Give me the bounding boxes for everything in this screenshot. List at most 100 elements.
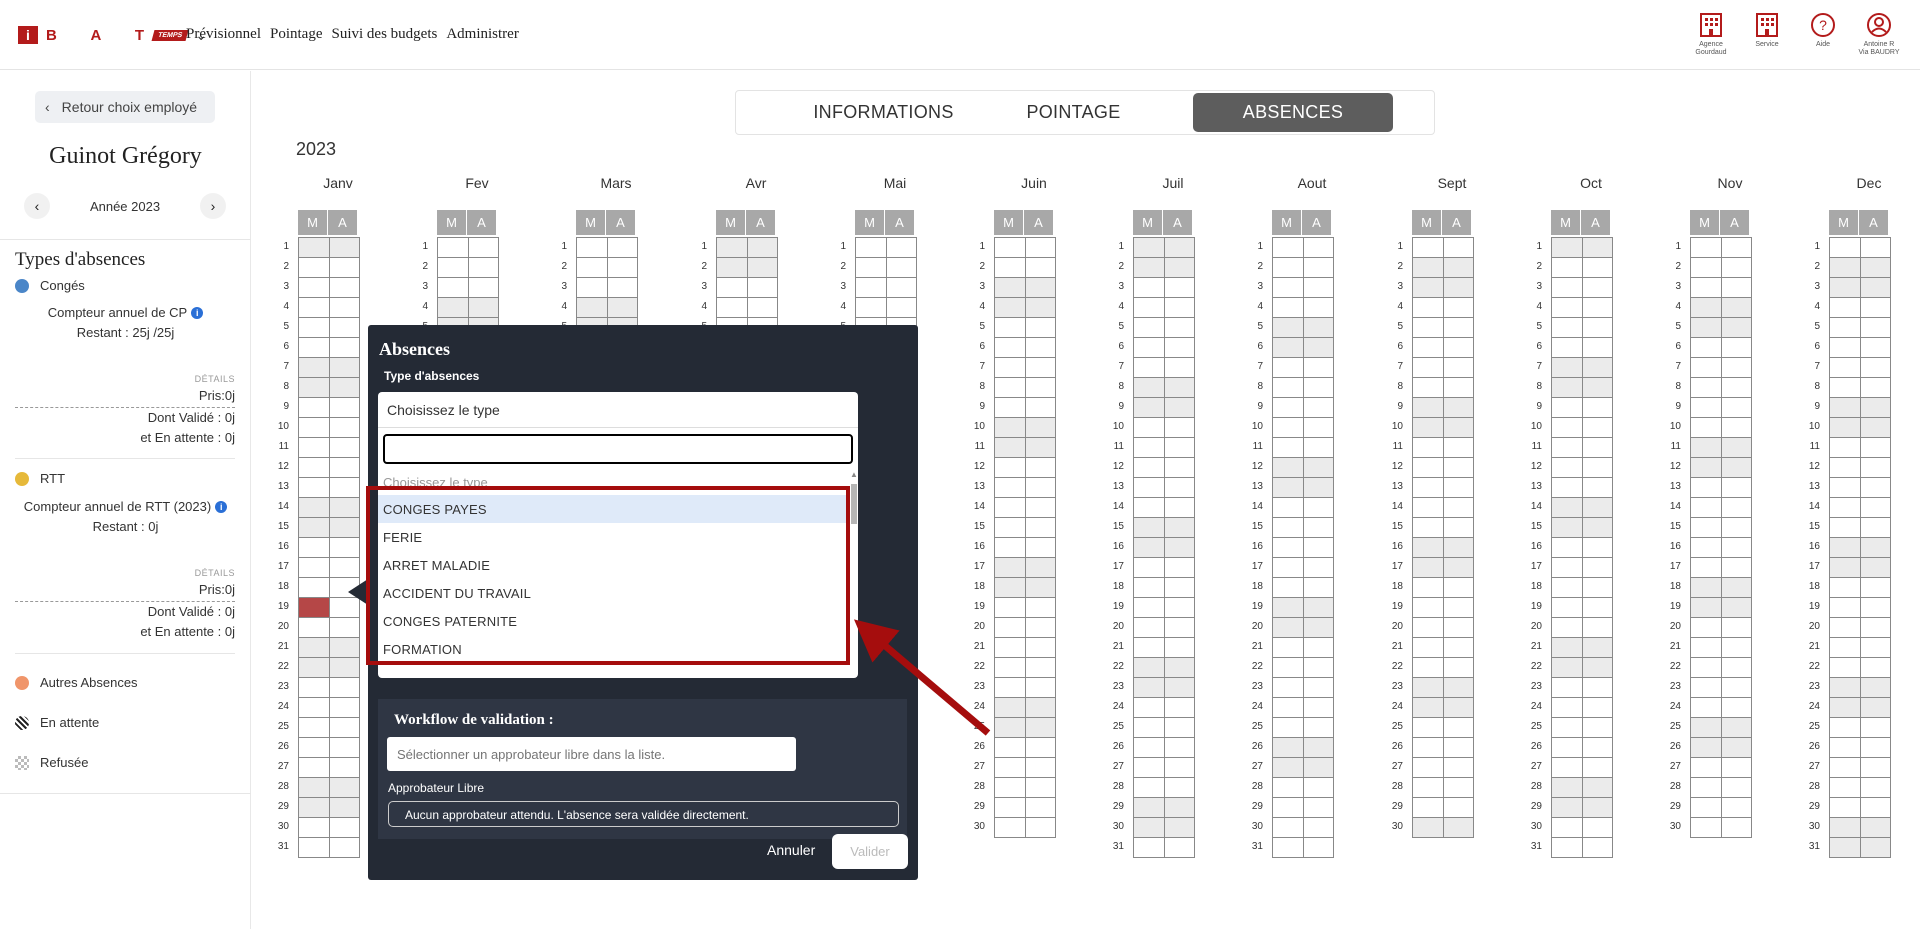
morning-cell[interactable] — [299, 238, 330, 258]
morning-cell[interactable] — [1273, 338, 1304, 358]
morning-cell[interactable] — [299, 798, 330, 818]
afternoon-cell[interactable] — [1025, 258, 1056, 278]
morning-cell[interactable] — [995, 318, 1026, 338]
morning-cell[interactable] — [1552, 498, 1583, 518]
afternoon-cell[interactable] — [1164, 698, 1195, 718]
morning-cell[interactable] — [1134, 618, 1165, 638]
morning-cell[interactable] — [995, 458, 1026, 478]
morning-cell[interactable] — [1552, 378, 1583, 398]
morning-cell[interactable] — [995, 298, 1026, 318]
morning-cell[interactable] — [1830, 498, 1861, 518]
afternoon-cell[interactable] — [1721, 758, 1752, 778]
morning-cell[interactable] — [1830, 778, 1861, 798]
morning-cell[interactable] — [1552, 398, 1583, 418]
morning-cell[interactable] — [299, 518, 330, 538]
afternoon-cell[interactable] — [1025, 798, 1056, 818]
morning-cell[interactable] — [1134, 718, 1165, 738]
afternoon-cell[interactable] — [1303, 458, 1334, 478]
morning-cell[interactable] — [1134, 318, 1165, 338]
morning-cell[interactable] — [1830, 398, 1861, 418]
morning-cell[interactable] — [1273, 558, 1304, 578]
morning-cell[interactable] — [1552, 518, 1583, 538]
afternoon-cell[interactable] — [1443, 798, 1474, 818]
morning-cell[interactable] — [1691, 778, 1722, 798]
morning-cell[interactable] — [1134, 258, 1165, 278]
morning-cell[interactable] — [1273, 518, 1304, 538]
afternoon-cell[interactable] — [1443, 638, 1474, 658]
morning-cell[interactable] — [299, 398, 330, 418]
morning-cell[interactable] — [1830, 458, 1861, 478]
afternoon-cell[interactable] — [329, 658, 360, 678]
morning-cell[interactable] — [1552, 338, 1583, 358]
afternoon-cell[interactable] — [1582, 738, 1613, 758]
afternoon-cell[interactable] — [1164, 318, 1195, 338]
afternoon-cell[interactable] — [1303, 738, 1334, 758]
morning-cell[interactable] — [299, 478, 330, 498]
afternoon-cell[interactable] — [1721, 358, 1752, 378]
afternoon-cell[interactable] — [468, 238, 499, 258]
afternoon-cell[interactable] — [329, 398, 360, 418]
morning-cell[interactable] — [1552, 458, 1583, 478]
morning-cell[interactable] — [1691, 698, 1722, 718]
morning-cell[interactable] — [1830, 738, 1861, 758]
morning-cell[interactable] — [1552, 758, 1583, 778]
morning-cell[interactable] — [995, 538, 1026, 558]
afternoon-cell[interactable] — [1025, 358, 1056, 378]
morning-cell[interactable] — [856, 278, 887, 298]
morning-cell[interactable] — [1413, 318, 1444, 338]
afternoon-cell[interactable] — [329, 718, 360, 738]
morning-cell[interactable] — [1134, 458, 1165, 478]
afternoon-cell[interactable] — [1721, 538, 1752, 558]
afternoon-cell[interactable] — [1443, 578, 1474, 598]
afternoon-cell[interactable] — [1443, 458, 1474, 478]
morning-cell[interactable] — [299, 358, 330, 378]
afternoon-cell[interactable] — [1721, 558, 1752, 578]
afternoon-cell[interactable] — [1582, 278, 1613, 298]
afternoon-cell[interactable] — [1443, 558, 1474, 578]
morning-cell[interactable] — [299, 678, 330, 698]
afternoon-cell[interactable] — [329, 798, 360, 818]
afternoon-cell[interactable] — [1860, 778, 1891, 798]
morning-cell[interactable] — [1691, 578, 1722, 598]
afternoon-cell[interactable] — [468, 258, 499, 278]
afternoon-cell[interactable] — [1721, 478, 1752, 498]
morning-cell[interactable] — [1691, 558, 1722, 578]
afternoon-cell[interactable] — [1443, 238, 1474, 258]
morning-cell[interactable] — [1273, 818, 1304, 838]
service-button[interactable]: Service — [1746, 12, 1788, 57]
morning-cell[interactable] — [1552, 818, 1583, 838]
afternoon-cell[interactable] — [1582, 398, 1613, 418]
afternoon-cell[interactable] — [1443, 698, 1474, 718]
afternoon-cell[interactable] — [1860, 338, 1891, 358]
afternoon-cell[interactable] — [747, 238, 778, 258]
morning-cell[interactable] — [1273, 278, 1304, 298]
afternoon-cell[interactable] — [1025, 378, 1056, 398]
afternoon-cell[interactable] — [1721, 598, 1752, 618]
morning-cell[interactable] — [299, 738, 330, 758]
tab-absences[interactable]: ABSENCES — [1193, 93, 1393, 132]
afternoon-cell[interactable] — [1303, 338, 1334, 358]
afternoon-cell[interactable] — [1582, 598, 1613, 618]
afternoon-cell[interactable] — [1721, 418, 1752, 438]
morning-cell[interactable] — [1830, 518, 1861, 538]
afternoon-cell[interactable] — [1164, 658, 1195, 678]
morning-cell[interactable] — [1552, 278, 1583, 298]
afternoon-cell[interactable] — [1443, 438, 1474, 458]
morning-cell[interactable] — [1691, 438, 1722, 458]
afternoon-cell[interactable] — [1164, 598, 1195, 618]
morning-cell[interactable] — [1830, 478, 1861, 498]
morning-cell[interactable] — [299, 498, 330, 518]
morning-cell[interactable] — [1691, 278, 1722, 298]
morning-cell[interactable] — [1273, 698, 1304, 718]
morning-cell[interactable] — [1134, 658, 1165, 678]
afternoon-cell[interactable] — [468, 298, 499, 318]
morning-cell[interactable] — [995, 658, 1026, 678]
morning-cell[interactable] — [1413, 638, 1444, 658]
morning-cell[interactable] — [995, 738, 1026, 758]
afternoon-cell[interactable] — [1164, 438, 1195, 458]
morning-cell[interactable] — [1413, 758, 1444, 778]
afternoon-cell[interactable] — [1025, 278, 1056, 298]
morning-cell[interactable] — [299, 758, 330, 778]
morning-cell[interactable] — [1552, 578, 1583, 598]
morning-cell[interactable] — [717, 298, 748, 318]
